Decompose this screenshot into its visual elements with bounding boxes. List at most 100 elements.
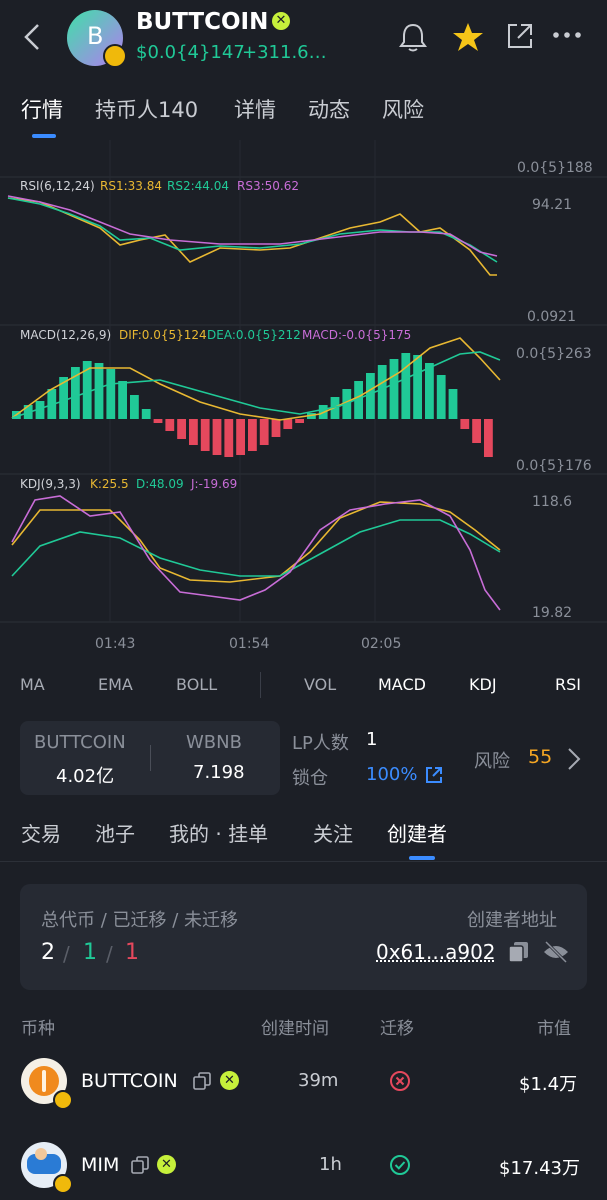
subtab-my-orders[interactable]: 我的 · 挂单 — [169, 818, 268, 847]
macd-histogram-bar — [212, 419, 222, 455]
coin-logo — [21, 1058, 73, 1110]
creator-card: 总代币 / 已迁移 / 未迁移 2 / 1 / 1 创建者地址 0x61...a… — [20, 884, 587, 990]
tab-market[interactable]: 行情 — [21, 94, 63, 124]
tab-details[interactable]: 详情 — [234, 94, 276, 124]
rsi-line-rs1 — [7, 197, 497, 276]
rsi-rs3: RS3:50.62 — [237, 179, 299, 193]
creator-stats-label: 总代币 / 已迁移 / 未迁移 — [41, 910, 239, 931]
col-header-token: 币种 — [21, 1019, 55, 1039]
macd-histogram-bar — [413, 355, 422, 419]
indicator-bar: MA EMA BOLL VOL MACD KDJ RSI — [0, 666, 607, 704]
indicator-divider — [260, 672, 261, 698]
migrated-icon — [390, 1155, 410, 1175]
rsi-rs1: RS1:33.84 — [100, 179, 162, 193]
pool-token-a-value: 4.02亿 — [56, 766, 115, 787]
lp-value: 1 — [366, 729, 378, 750]
tab-activity[interactable]: 动态 — [308, 94, 350, 124]
star-icon[interactable] — [451, 20, 485, 54]
kdj-j-line — [11, 495, 501, 611]
share-icon[interactable] — [505, 21, 535, 51]
time-label: 01:43 — [95, 636, 136, 652]
subtab-trades[interactable]: 交易 — [21, 818, 61, 847]
macd-histogram-bar — [389, 359, 399, 419]
macd-histogram-bar — [425, 363, 434, 419]
sub-tabs: 交易 池子 我的 · 挂单 关注 创建者 — [0, 806, 607, 862]
kdj-d: D:48.09 — [136, 477, 184, 491]
time-label: 01:54 — [229, 636, 270, 652]
copy-icon[interactable] — [507, 940, 531, 964]
lock-value[interactable]: 100% — [366, 764, 417, 785]
macd-title: MACD(12,26,9) — [20, 328, 112, 342]
main-tabs: 行情 持币人140 详情 动态 风险 — [0, 80, 607, 140]
macd-histogram-bar — [448, 389, 458, 419]
macd-histogram-bar — [377, 365, 387, 419]
table-row[interactable]: MIM ✕ 1h $17.43万 — [0, 1130, 607, 1200]
indicator-ema[interactable]: EMA — [98, 675, 133, 694]
macd-histogram-bar — [94, 363, 104, 419]
macd-histogram-bar — [130, 395, 139, 419]
creator-address[interactable]: 0x61...a902 — [376, 940, 496, 964]
pool-card[interactable]: BUTTCOIN 4.02亿 WBNB 7.198 — [20, 721, 280, 795]
indicator-chart — [0, 140, 607, 623]
macd-histogram-bar — [248, 419, 257, 451]
kdj-axis-bottom: 19.82 — [532, 605, 573, 621]
col-header-created: 创建时间 — [261, 1019, 329, 1039]
chevron-right-icon[interactable] — [566, 747, 582, 771]
pool-token-a-label: BUTTCOIN — [34, 732, 126, 753]
macd-dif: DIF:0.0{5}124 — [119, 328, 207, 342]
pool-token-b-value: 7.198 — [193, 762, 245, 783]
subtab-creator[interactable]: 创建者 — [387, 818, 447, 847]
creator-total: 2 — [41, 940, 55, 965]
coin-mcap: $1.4万 — [519, 1074, 578, 1095]
pool-divider — [150, 745, 151, 771]
indicator-rsi[interactable]: RSI — [555, 675, 581, 694]
token-name: BUTTCOIN — [136, 9, 269, 35]
hide-eye-icon[interactable] — [542, 939, 570, 965]
indicator-ma[interactable]: MA — [20, 675, 45, 694]
coin-name: MIM — [81, 1154, 120, 1176]
price-change: +311.6… — [242, 42, 327, 63]
tab-risk[interactable]: 风险 — [382, 94, 424, 124]
col-header-migrated: 迁移 — [380, 1019, 414, 1039]
indicator-boll[interactable]: BOLL — [176, 675, 217, 694]
tab-holders[interactable]: 持币人140 — [95, 94, 198, 124]
macd-histogram-bar — [295, 419, 304, 423]
more-icon[interactable] — [552, 30, 582, 40]
rsi-axis-top: 94.21 — [532, 197, 573, 213]
table-row[interactable]: BUTTCOIN ✕ 39m $1.4万 — [0, 1046, 607, 1116]
macd-histogram-bar — [460, 419, 470, 429]
top-price-label: 0.0{5}188 — [517, 160, 593, 176]
active-tab-indicator — [32, 134, 56, 138]
chain-badge-icon — [53, 1090, 73, 1110]
macd-histogram-bar — [436, 375, 446, 419]
chart-area[interactable]: 0.0{5}188 RSI(6,12,24) RS1:33.84 RS2:44.… — [0, 140, 607, 665]
creator-migrated: 1 — [83, 940, 97, 965]
creator-address-label: 创建者地址 — [467, 910, 557, 931]
macd-histogram-bar — [271, 419, 281, 437]
subtab-follow[interactable]: 关注 — [313, 818, 353, 847]
macd-histogram-bar — [118, 381, 127, 419]
kdj-j: J:-19.69 — [191, 477, 238, 491]
subtab-pools[interactable]: 池子 — [95, 818, 135, 847]
header: B BUTTCOIN ✕ $0.0{4}147 +311.6… — [0, 0, 607, 78]
verified-icon: ✕ — [157, 1155, 176, 1174]
kdj-k-line — [11, 501, 501, 583]
bell-icon[interactable] — [396, 20, 430, 54]
external-link-icon[interactable] — [424, 765, 444, 785]
risk-score: 55 — [528, 746, 553, 768]
copy-icon[interactable] — [193, 1072, 211, 1090]
indicator-kdj[interactable]: KDJ — [469, 675, 497, 694]
coin-name: BUTTCOIN — [81, 1070, 178, 1092]
creator-not-migrated: 1 — [125, 940, 139, 965]
macd-axis-top: 0.0{5}263 — [516, 346, 592, 362]
indicator-macd[interactable]: MACD — [378, 675, 426, 694]
subtab-divider — [0, 861, 607, 862]
lp-label: LP人数 — [292, 733, 349, 754]
indicator-vol[interactable]: VOL — [304, 675, 336, 694]
avatar-letter: B — [87, 22, 104, 50]
back-icon[interactable] — [22, 22, 42, 52]
macd-histogram-bar — [283, 419, 293, 429]
macd-histogram-bar — [106, 369, 116, 419]
copy-icon[interactable] — [131, 1156, 149, 1174]
creator-sep: / — [63, 942, 70, 966]
